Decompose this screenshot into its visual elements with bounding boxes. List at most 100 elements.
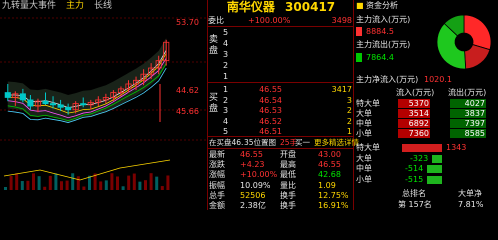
- level-number: 2: [223, 95, 229, 105]
- stock-name: 南华仪器: [226, 0, 275, 14]
- flow-table-row: 大单 3514 3837: [354, 109, 498, 119]
- net-flow-row: 特大单 1343: [354, 143, 498, 153]
- stat-label: 金额: [209, 201, 225, 210]
- outflow-cell: 8585: [450, 129, 486, 138]
- order-size-label: 中单: [356, 119, 372, 128]
- price-label-low: 45.66: [176, 107, 199, 116]
- buy-level-row[interactable]: 1 46.55 3417: [208, 84, 354, 95]
- net-inflow-bar: [402, 144, 442, 152]
- net-outflow-bar: [432, 154, 442, 163]
- net-flow-value: -515: [405, 174, 424, 184]
- level-volume: 3: [346, 95, 352, 105]
- bid-ratio-diff: 3498: [331, 16, 352, 25]
- inflow-cell: 7360: [398, 129, 430, 138]
- pie-slice: [463, 14, 492, 51]
- order-position-row[interactable]: 在买盘46. 35位置图 25手 买一 更多精选详情: [208, 137, 359, 148]
- main-outflow-bar: [356, 53, 362, 62]
- candle-body: [4, 92, 11, 98]
- divider: [208, 82, 354, 83]
- tab-long-term[interactable]: 长线: [94, 0, 112, 12]
- sell-level-row[interactable]: 2: [208, 60, 354, 71]
- bid-ratio-label: 委比: [208, 16, 224, 25]
- position-level: 买一: [295, 138, 310, 147]
- tab-main-force[interactable]: 主力: [66, 0, 84, 12]
- level-number: 3: [223, 106, 229, 115]
- volume-bar: [26, 180, 30, 190]
- volume-bar: [104, 180, 108, 190]
- candle-body: [27, 99, 34, 107]
- level-number: 5: [223, 28, 229, 37]
- level-volume: 2: [346, 106, 352, 115]
- ranking-value-row: 第 157名 7.81%: [354, 199, 498, 210]
- order-size-label: 特大单: [356, 99, 380, 108]
- volume-bar: [160, 186, 164, 190]
- volume-bar: [9, 176, 13, 190]
- kline-chart[interactable]: [0, 0, 208, 210]
- pie-slice: [464, 44, 491, 70]
- tab-jiuzhuan[interactable]: 九转: [2, 0, 20, 12]
- capital-flow-title: 资金分析: [366, 1, 398, 10]
- volume-bar: [127, 175, 131, 190]
- volume-bar: [88, 175, 91, 190]
- sell-level-row[interactable]: 3: [208, 49, 354, 60]
- main-outflow-value: 7864.4: [366, 53, 394, 62]
- stat-value: 16.91%: [318, 201, 349, 210]
- position-text-2: 35位置图: [244, 138, 277, 147]
- kline-chart-panel[interactable]: 九转 量大事件 主力 长线 53.70 44.62 45.66: [0, 0, 208, 210]
- buy-level-row[interactable]: 4 46.52 2: [208, 116, 354, 127]
- volume-bar: [15, 173, 19, 190]
- volume-bar: [116, 176, 119, 190]
- bid-ratio-row: 委比 +100.00% 3498: [208, 15, 354, 26]
- volume-bar: [60, 181, 63, 190]
- order-size-label: 特大单: [356, 143, 380, 152]
- inflow-cell: 3514: [398, 109, 430, 118]
- sell-level-row[interactable]: 1: [208, 71, 354, 82]
- stock-title: 南华仪器 300417: [208, 0, 354, 15]
- level-number: 2: [223, 61, 229, 70]
- outflow-cell: 3837: [450, 109, 486, 118]
- net-flow-row: 中单 -514: [354, 164, 498, 174]
- flow-table-row: 中单 6892 7397: [354, 119, 498, 129]
- tab-volume-events[interactable]: 量大事件: [20, 0, 56, 12]
- volume-bar: [48, 175, 52, 190]
- net-outflow-bar: [427, 165, 442, 173]
- stat-value: 2.38亿: [240, 201, 266, 210]
- net-flow-row: 小单 -515: [354, 175, 498, 185]
- flow-table-row: 特大单 5370 4027: [354, 99, 498, 109]
- order-size-label: 小单: [356, 129, 372, 138]
- candle-body: [50, 103, 57, 106]
- ranking-header-row: 总排名 大单净: [354, 188, 498, 199]
- order-size-label: 大单: [356, 153, 372, 163]
- volume-bar: [99, 181, 103, 190]
- main-net-inflow-label: 主力净流入(万元): [356, 75, 419, 84]
- order-size-label: 大单: [356, 109, 372, 118]
- volume-bar: [110, 173, 114, 190]
- buy-level-row[interactable]: 3 46.53 2: [208, 105, 354, 116]
- more-details-link[interactable]: 更多精选详情: [314, 137, 359, 148]
- indicator-line: [3, 159, 171, 181]
- level-volume: 3417: [331, 85, 352, 94]
- main-inflow-value: 8884.5: [366, 27, 394, 36]
- main-outflow-label: 主力流出(万元): [356, 40, 411, 49]
- sell-level-row[interactable]: 5: [208, 27, 354, 38]
- capital-flow-header: ■ 资金分析: [354, 0, 498, 11]
- main-inflow-bar: [356, 27, 362, 36]
- level-number: 1: [223, 85, 229, 94]
- stat-label: 换手: [280, 201, 296, 210]
- sell-level-row[interactable]: 4: [208, 38, 354, 49]
- net-outflow-bar: [427, 175, 442, 184]
- order-size-label: 小单: [356, 174, 372, 184]
- stock-code: 300417: [285, 0, 336, 14]
- rank-value: 第 157名: [398, 200, 432, 209]
- stat-row: 金额 2.38亿 换手 16.91%: [208, 200, 354, 211]
- net-flow-value: -323: [410, 153, 429, 163]
- quote-panel: 南华仪器 300417 委比 +100.00% 3498 卖盘 54321 买盘…: [208, 0, 359, 211]
- level-number: 4: [223, 39, 229, 48]
- inflow-cell: 6892: [398, 119, 430, 128]
- outflow-cell: 4027: [450, 99, 486, 108]
- outflow-header: 流出(万元): [448, 88, 487, 97]
- volume-bar: [54, 173, 58, 190]
- outflow-cell: 7397: [450, 119, 486, 128]
- volume-bar: [149, 173, 153, 190]
- buy-level-row[interactable]: 2 46.54 3: [208, 95, 354, 106]
